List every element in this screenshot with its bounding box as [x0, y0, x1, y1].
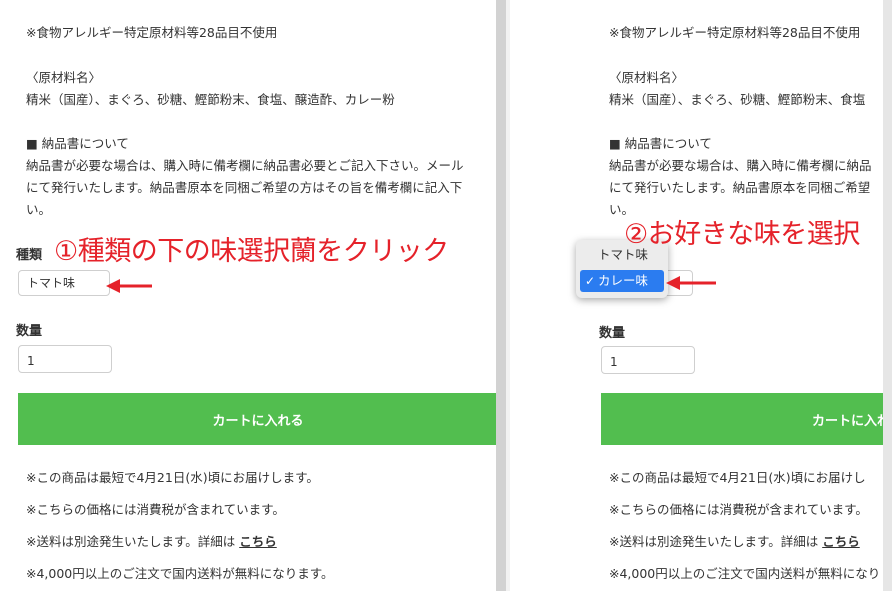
ingredients-text: 精米（国産）、まぐろ、砂糖、鰹節粉末、食塩 [609, 92, 866, 107]
annotation-step-1: ①種類の下の味選択蘭をクリック [54, 236, 449, 267]
invoice-line: にて発行いたします。納品書原本を同梱ご希望の方はその旨を備考欄に記入下 [26, 180, 463, 195]
shipping-fee-text: ※送料は別途発生いたします。詳細は [609, 534, 823, 549]
shipping-fee-link[interactable]: こちら [239, 534, 277, 549]
ingredients-heading: 〈原材料名〉 [609, 70, 685, 85]
annotation-step-2: ②お好きな味を選択 [624, 219, 860, 250]
dropdown-option-curry[interactable]: ✓ カレー味 [580, 270, 664, 292]
invoice-line: 納品書が必要な場合は、購入時に備考欄に納品書必要とご記入下さい。メール [26, 158, 464, 173]
arrow-left-icon [106, 279, 152, 293]
ingredients-text: 精米（国産）、まぐろ、砂糖、鰹節粉末、食塩、醸造酢、カレー粉 [26, 92, 395, 107]
invoice-heading: ■ 納品書について [609, 136, 712, 151]
dropdown-option-label: カレー味 [598, 273, 649, 288]
shipping-date-note: ※この商品は最短で4月21日(水)頃にお届けします。 [26, 470, 319, 485]
allergen-note: ※食物アレルギー特定原材料等28品目不使用 [26, 25, 278, 40]
invoice-heading: ■ 納品書について [26, 136, 129, 151]
variant-label: 種類 [16, 248, 43, 263]
product-page-panel-left: ※食物アレルギー特定原材料等28品目不使用 〈原材料名〉 精米（国産）、まぐろ、… [0, 0, 496, 591]
allergen-note: ※食物アレルギー特定原材料等28品目不使用 [609, 25, 861, 40]
shipping-fee-note: ※送料は別途発生いたします。詳細は こちら [609, 534, 860, 550]
free-shipping-note: ※4,000円以上のご注文で国内送料が無料になります。 [26, 566, 334, 581]
invoice-line: 納品書が必要な場合は、購入時に備考欄に納品 [609, 158, 872, 173]
shipping-fee-link[interactable]: こちら [822, 534, 860, 549]
panel-divider [496, 0, 506, 591]
invoice-line: い。 [26, 202, 52, 217]
checkmark-icon: ✓ [585, 274, 596, 288]
shipping-fee-note: ※送料は別途発生いたします。詳細は こちら [26, 534, 277, 550]
product-page-panel-right: ※食物アレルギー特定原材料等28品目不使用 〈原材料名〉 精米（国産）、まぐろ、… [510, 0, 892, 591]
invoice-line: にて発行いたします。納品書原本を同梱ご希望 [609, 180, 871, 195]
shipping-fee-text: ※送料は別途発生いたします。詳細は [26, 534, 240, 549]
add-to-cart-button[interactable]: カートに入れ [601, 393, 892, 445]
variant-select[interactable]: トマト味 [18, 270, 110, 296]
quantity-input[interactable]: 1 [18, 345, 112, 373]
free-shipping-note: ※4,000円以上のご注文で国内送料が無料になり [609, 566, 881, 581]
shipping-date-note: ※この商品は最短で4月21日(水)頃にお届けし [609, 470, 866, 485]
tax-note: ※こちらの価格には消費税が含まれています。 [609, 502, 868, 517]
quantity-input[interactable]: 1 [601, 346, 695, 374]
page-edge [883, 0, 892, 591]
tax-note: ※こちらの価格には消費税が含まれています。 [26, 502, 285, 517]
arrow-left-icon [666, 276, 716, 290]
ingredients-heading: 〈原材料名〉 [26, 70, 102, 85]
add-to-cart-button[interactable]: カートに入れる [18, 393, 496, 445]
quantity-label: 数量 [16, 324, 43, 339]
quantity-label: 数量 [599, 326, 626, 341]
